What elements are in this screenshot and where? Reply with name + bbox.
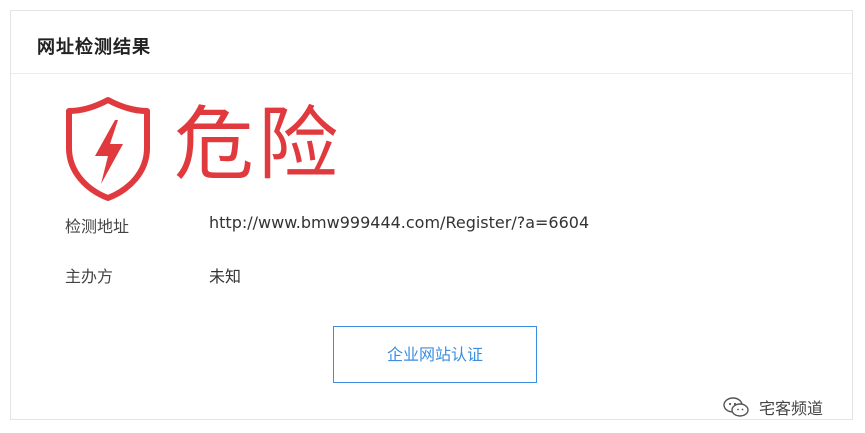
watermark-text: 宅客频道	[759, 399, 824, 418]
risk-status: 危险	[174, 98, 342, 191]
organizer-label: 主办方	[65, 267, 114, 286]
watermark: 宅客频道	[723, 395, 823, 419]
panel-header: 网址检测结果	[11, 11, 852, 74]
enterprise-site-certification-button[interactable]: 企业网站认证	[333, 326, 537, 383]
organizer-value: 未知	[209, 267, 242, 286]
page-title: 网址检测结果	[37, 37, 151, 58]
url-check-result-panel: 网址检测结果 危险 检测地址 http://www.bmw999444.com/…	[10, 10, 853, 420]
wechat-icon	[723, 397, 749, 417]
detected-url-label: 检测地址	[65, 217, 130, 236]
danger-shield-icon	[66, 97, 150, 201]
detected-url-value: http://www.bmw999444.com/Register/?a=660…	[209, 213, 590, 232]
